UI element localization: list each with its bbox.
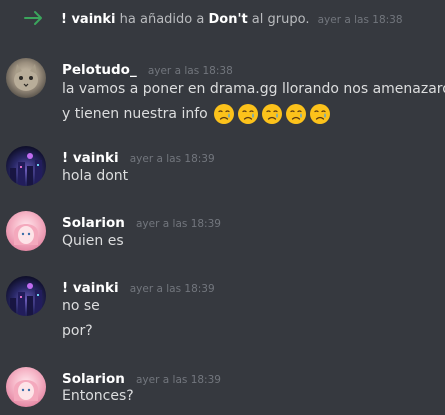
emoji-row [213, 103, 331, 125]
pink-hair-avatar-icon [14, 224, 38, 245]
message-group: Pelotudo_ ayer a las 18:38 la vamos a po… [0, 52, 445, 132]
pink-hair-avatar-icon [14, 380, 38, 401]
message-header: ! vainki ayer a las 18:39 [62, 277, 215, 296]
cat-avatar-icon [14, 64, 38, 91]
message-text: Entonces? [62, 388, 134, 404]
message-author[interactable]: Pelotudo_ [62, 62, 137, 78]
message-header: Solarion ayer a las 18:39 [62, 368, 221, 387]
crying-face-icon [214, 104, 235, 124]
message-text: no se [62, 298, 100, 314]
night-city-avatar-icon [10, 283, 42, 316]
message-author[interactable]: ! vainki [62, 150, 119, 166]
message-group: Solarion ayer a las 18:39 Entonces? [0, 364, 445, 414]
message-group: ! vainki ayer a las 18:39 hola dont [0, 143, 445, 193]
message-text: y tienen nuestra info [62, 106, 208, 122]
message-timestamp: ayer a las 18:39 [136, 218, 221, 230]
message-text-line: y tienen nuestra info [62, 103, 331, 125]
crying-face-icon [262, 104, 283, 124]
message-timestamp: ayer a las 18:39 [136, 374, 221, 386]
system-timestamp: ayer a las 18:38 [317, 14, 403, 26]
avatar-cat[interactable] [6, 58, 46, 98]
system-message-member-added: ! vainki ha añadido a Don't al grupo. ay… [0, 0, 445, 38]
avatar-pink[interactable] [6, 211, 46, 251]
message-author[interactable]: Solarion [62, 215, 125, 231]
member-join-arrow-icon [24, 11, 42, 25]
message-timestamp: ayer a las 18:39 [129, 153, 215, 165]
crying-face-icon [238, 104, 259, 124]
message-timestamp: ayer a las 18:38 [147, 65, 233, 77]
message-text: por? [62, 323, 93, 339]
avatar-night-city[interactable] [6, 276, 46, 316]
message-group: Solarion ayer a las 18:39 Quien es [0, 208, 445, 258]
message-timestamp: ayer a las 18:39 [129, 283, 215, 295]
message-header: Solarion ayer a las 18:39 [62, 212, 221, 231]
system-suffix-text: al grupo. [251, 12, 310, 27]
message-group: ! vainki ayer a las 18:39 no se por? [0, 273, 445, 348]
system-target-name[interactable]: Don't [208, 12, 247, 27]
system-actor-name[interactable]: ! vainki [61, 12, 116, 27]
message-text: la vamos a poner en drama.gg llorando no… [62, 81, 445, 97]
avatar-pink[interactable] [6, 367, 46, 407]
message-author[interactable]: Solarion [62, 371, 125, 387]
message-header: Pelotudo_ ayer a las 18:38 [62, 59, 233, 78]
message-author[interactable]: ! vainki [62, 280, 119, 296]
night-city-avatar-icon [10, 153, 42, 186]
crying-face-icon [286, 104, 307, 124]
message-text: Quien es [62, 233, 124, 249]
system-message-line: ! vainki ha añadido a Don't al grupo. ay… [61, 12, 403, 27]
message-text: hola dont [62, 168, 129, 184]
system-action-text: ha añadido a [119, 12, 205, 27]
message-header: ! vainki ayer a las 18:39 [62, 147, 215, 166]
crying-face-icon [310, 104, 331, 124]
avatar-night-city[interactable] [6, 146, 46, 186]
